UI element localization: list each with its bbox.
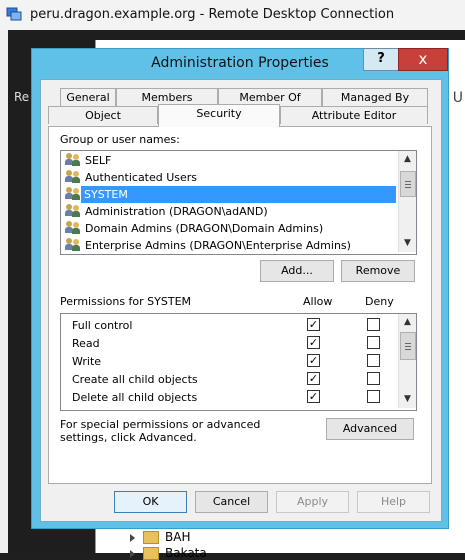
deny-checkbox[interactable] (367, 354, 380, 367)
background-left-text: Re (14, 90, 30, 104)
folder-icon (143, 547, 159, 560)
advanced-hint-text: For special permissions or advanced sett… (60, 418, 261, 444)
list-item-label: SYSTEM (84, 188, 128, 201)
permission-row: Full control (61, 316, 396, 334)
list-item[interactable]: Enterprise Admins (DRAGON\Enterprise Adm… (65, 237, 395, 254)
permission-name: Delete all child objects (72, 391, 198, 404)
permission-name: Create all child objects (72, 373, 198, 386)
deny-checkbox[interactable] (367, 390, 380, 403)
apply-button[interactable]: Apply (276, 491, 349, 513)
permission-name: Write (72, 355, 102, 368)
advanced-button[interactable]: Advanced (326, 418, 414, 440)
list-item[interactable]: Administration (DRAGON\adAND) (65, 203, 395, 220)
tab-security[interactable]: Security (158, 104, 280, 127)
group-names-label: Group or user names: (60, 133, 180, 146)
list-item[interactable]: Authenticated Users (65, 169, 395, 186)
tree-item[interactable]: BAH (130, 530, 190, 544)
permissions-label: Permissions for SYSTEM (60, 295, 192, 308)
tab-object[interactable]: Object (48, 106, 158, 124)
remote-desktop-icon (6, 7, 22, 21)
list-item-label: Administration (DRAGON\adAND) (85, 205, 268, 218)
users-icon (65, 221, 81, 235)
tree-item-label: Bakata (165, 546, 207, 560)
cancel-button[interactable]: Cancel (195, 491, 268, 513)
scroll-up-icon[interactable]: ▲ (399, 151, 416, 168)
permission-row: Delete all child objects (61, 388, 396, 406)
group-list-scrollbar[interactable]: ▲ ▼ (398, 151, 416, 252)
scroll-down-icon[interactable]: ▼ (399, 235, 416, 252)
remove-button[interactable]: Remove (341, 260, 415, 282)
permission-name: Read (72, 337, 100, 350)
allow-checkbox[interactable] (307, 318, 320, 331)
list-item-label: Authenticated Users (85, 171, 198, 184)
permissions-scrollbar[interactable]: ▲ ▼ (398, 314, 416, 408)
close-button[interactable]: x (398, 48, 448, 71)
expand-arrow-icon[interactable] (130, 533, 135, 542)
deny-checkbox[interactable] (367, 372, 380, 385)
permissions-list: Full control Read Write Create all child… (60, 313, 417, 411)
folder-icon (143, 531, 159, 544)
deny-column-header: Deny (365, 295, 394, 308)
scroll-thumb[interactable] (400, 332, 416, 360)
tree-item[interactable]: Bakata (130, 546, 207, 560)
allow-checkbox[interactable] (307, 390, 320, 403)
list-item-label: Enterprise Admins (DRAGON\Enterprise Adm… (85, 239, 351, 252)
tab-attribute-editor[interactable]: Attribute Editor (280, 106, 428, 124)
help-button[interactable]: Help (357, 491, 430, 513)
list-item[interactable]: Domain Admins (DRAGON\Domain Admins) (65, 220, 395, 237)
help-title-button[interactable]: ? (363, 48, 399, 71)
scroll-down-icon[interactable]: ▼ (399, 391, 416, 408)
tab-managed-by[interactable]: Managed By (322, 88, 428, 106)
deny-checkbox[interactable] (367, 318, 380, 331)
allow-checkbox[interactable] (307, 336, 320, 349)
users-icon (65, 153, 81, 167)
list-item-selected[interactable]: SYSTEM (65, 186, 396, 203)
users-icon (65, 238, 81, 252)
allow-checkbox[interactable] (307, 372, 320, 385)
permission-row: Create all child objects (61, 370, 396, 388)
permission-row: Read (61, 334, 396, 352)
users-icon (65, 170, 81, 184)
deny-checkbox[interactable] (367, 336, 380, 349)
list-item-label: Domain Admins (DRAGON\Domain Admins) (85, 222, 324, 235)
expand-arrow-icon[interactable] (130, 549, 135, 558)
rdp-window-title: peru.dragon.example.org - Remote Desktop… (30, 7, 395, 22)
allow-column-header: Allow (303, 295, 333, 308)
users-icon (65, 187, 81, 201)
rdp-titlebar: peru.dragon.example.org - Remote Desktop… (0, 0, 465, 31)
permission-name: Full control (72, 319, 133, 332)
allow-checkbox[interactable] (307, 354, 320, 367)
users-icon (65, 204, 81, 218)
list-item[interactable]: SELF (65, 152, 395, 169)
list-item-label: SELF (85, 154, 112, 167)
permission-row: Write (61, 352, 396, 370)
add-button[interactable]: Add... (260, 260, 334, 282)
scroll-thumb[interactable] (400, 171, 416, 197)
tree-item-label: BAH (165, 530, 191, 544)
rdp-frame (0, 30, 8, 553)
group-user-list[interactable]: SELF Authenticated Users SYSTEM Administ… (60, 150, 417, 255)
ok-button[interactable]: OK (114, 491, 187, 513)
tab-general[interactable]: General (60, 88, 116, 106)
scroll-up-icon[interactable]: ▲ (399, 314, 416, 331)
